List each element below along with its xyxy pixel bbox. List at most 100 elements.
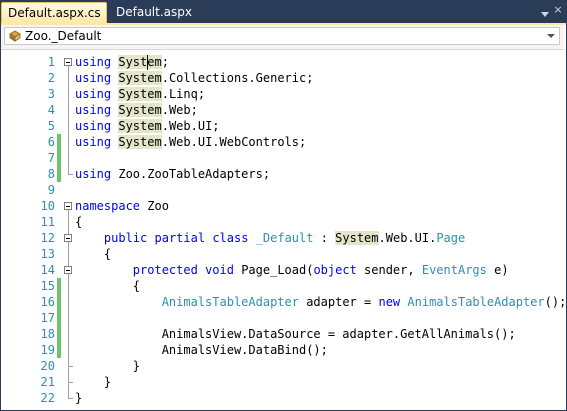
code-line[interactable]: 21 } bbox=[1, 374, 564, 390]
line-number: 13 bbox=[40, 247, 55, 261]
line-number: 16 bbox=[40, 295, 55, 309]
line-number: 10 bbox=[40, 199, 55, 213]
tab-default-aspx[interactable]: Default.aspx bbox=[110, 2, 200, 23]
code-token: AnimalsView.DataBind(); bbox=[75, 343, 328, 357]
code-line[interactable]: 19 AnimalsView.DataBind(); bbox=[1, 342, 564, 358]
code-token: Page bbox=[436, 231, 466, 245]
outline-guide bbox=[68, 174, 73, 175]
code-token: Page_Load( bbox=[233, 263, 314, 277]
code-token: _Default bbox=[255, 231, 314, 245]
code-token: System bbox=[118, 135, 162, 149]
code-token: using bbox=[75, 167, 112, 181]
code-text: using System; bbox=[75, 54, 169, 70]
code-line[interactable]: 20 } bbox=[1, 358, 564, 374]
close-document-icon[interactable]: × bbox=[552, 3, 564, 17]
code-text: } bbox=[75, 390, 82, 406]
code-token: AnimalsView.DataSource = adapter.GetAllA… bbox=[75, 327, 516, 341]
code-token: System bbox=[118, 87, 162, 101]
change-marker bbox=[57, 278, 61, 294]
collapse-toggle-icon[interactable] bbox=[64, 202, 72, 210]
code-line[interactable]: 9 bbox=[1, 182, 564, 198]
code-token: .Web.UI.WebControls; bbox=[161, 135, 307, 149]
code-token: (); bbox=[544, 295, 564, 309]
code-token: using bbox=[75, 87, 112, 101]
code-line[interactable]: 1 using System; bbox=[1, 54, 564, 70]
code-line[interactable]: 2 using System.Collections.Generic; bbox=[1, 70, 564, 86]
code-token: Zoo.ZooTableAdapters; bbox=[111, 167, 271, 181]
type-dropdown[interactable]: Zoo._Default bbox=[4, 27, 560, 45]
code-token: sender, bbox=[356, 263, 422, 277]
code-line[interactable]: 3 using System.Linq; bbox=[1, 86, 564, 102]
code-editor[interactable]: Zoo._Default 1 using System; 2 using System… bbox=[1, 23, 566, 410]
code-token: AnimalsTableAdapter bbox=[161, 295, 299, 309]
line-number: 5 bbox=[47, 119, 55, 133]
line-number: 15 bbox=[40, 279, 55, 293]
code-line[interactable]: 22} bbox=[1, 390, 564, 406]
line-number: 11 bbox=[40, 215, 55, 229]
code-text: using System.Collections.Generic; bbox=[75, 70, 313, 86]
code-text: using System.Web.UI.WebControls; bbox=[75, 134, 306, 150]
code-token: public bbox=[103, 231, 148, 245]
code-line[interactable]: 14 protected void Page_Load(object sende… bbox=[1, 262, 564, 278]
code-line[interactable]: 5 using System.Web.UI; bbox=[1, 118, 564, 134]
code-line[interactable]: 10 namespace Zoo bbox=[1, 198, 564, 214]
code-text: protected void Page_Load(object sender, … bbox=[75, 262, 509, 278]
line-number: 12 bbox=[40, 231, 55, 245]
collapse-toggle-icon[interactable] bbox=[64, 234, 72, 242]
change-marker bbox=[57, 294, 61, 310]
collapse-toggle-icon[interactable] bbox=[64, 266, 72, 274]
code-token: } bbox=[75, 359, 141, 373]
outline-guide bbox=[68, 382, 73, 383]
code-line[interactable]: 12 public partial class _Default : Syste… bbox=[1, 230, 564, 246]
code-token: System bbox=[118, 119, 162, 133]
code-token: using bbox=[75, 55, 112, 69]
code-token: System bbox=[118, 55, 162, 69]
code-token: .Web; bbox=[161, 103, 198, 117]
code-text: using System.Web.UI; bbox=[75, 118, 220, 134]
change-marker bbox=[57, 326, 61, 342]
code-text: } bbox=[75, 374, 111, 390]
code-token: partial bbox=[154, 231, 206, 245]
code-token: using bbox=[75, 119, 112, 133]
line-number: 6 bbox=[47, 135, 55, 149]
outline-guide bbox=[68, 366, 73, 367]
line-number: 14 bbox=[40, 263, 55, 277]
navigation-bar: Zoo._Default bbox=[1, 25, 564, 50]
line-number: 21 bbox=[40, 375, 55, 389]
change-marker bbox=[57, 134, 61, 150]
change-marker bbox=[57, 150, 61, 166]
code-token: .Linq; bbox=[161, 87, 206, 101]
code-token: protected bbox=[132, 263, 198, 277]
change-marker bbox=[57, 166, 61, 182]
chevron-down-icon bbox=[547, 34, 555, 38]
code-token: using bbox=[75, 71, 112, 85]
code-line[interactable]: 4 using System.Web; bbox=[1, 102, 564, 118]
line-number: 20 bbox=[40, 359, 55, 373]
collapse-toggle-icon[interactable] bbox=[64, 58, 72, 66]
code-line[interactable]: 18 AnimalsView.DataSource = adapter.GetA… bbox=[1, 326, 564, 342]
change-marker bbox=[57, 342, 61, 358]
line-number: 17 bbox=[40, 311, 55, 325]
change-marker bbox=[57, 310, 61, 326]
line-number: 7 bbox=[47, 151, 55, 165]
code-token: } bbox=[75, 375, 112, 389]
code-text: public partial class _Default : System.W… bbox=[75, 230, 465, 246]
code-line[interactable]: 7 bbox=[1, 150, 564, 166]
code-line[interactable]: 15 { bbox=[1, 278, 564, 294]
tab-overflow-dropdown-icon[interactable] bbox=[539, 5, 551, 17]
code-area[interactable]: 1 using System; 2 using System.Collections.… bbox=[1, 51, 564, 410]
code-line[interactable]: 8 using Zoo.ZooTableAdapters; bbox=[1, 166, 564, 182]
code-token: EventArgs bbox=[421, 263, 487, 277]
code-token: System bbox=[335, 231, 379, 245]
tab-default-aspx-cs[interactable]: Default.aspx.cs bbox=[1, 2, 107, 23]
code-line[interactable]: 6 using System.Web.UI.WebControls; bbox=[1, 134, 564, 150]
line-number: 2 bbox=[47, 71, 55, 85]
code-line[interactable]: 11 { bbox=[1, 214, 564, 230]
code-line[interactable]: 13 { bbox=[1, 246, 564, 262]
type-dropdown-value: Zoo._Default bbox=[25, 29, 102, 43]
code-line[interactable]: 16 AnimalsTableAdapter adapter = new Ani… bbox=[1, 294, 564, 310]
code-line[interactable]: 17 bbox=[1, 310, 564, 326]
code-text: AnimalsView.DataSource = adapter.GetAllA… bbox=[75, 326, 516, 342]
